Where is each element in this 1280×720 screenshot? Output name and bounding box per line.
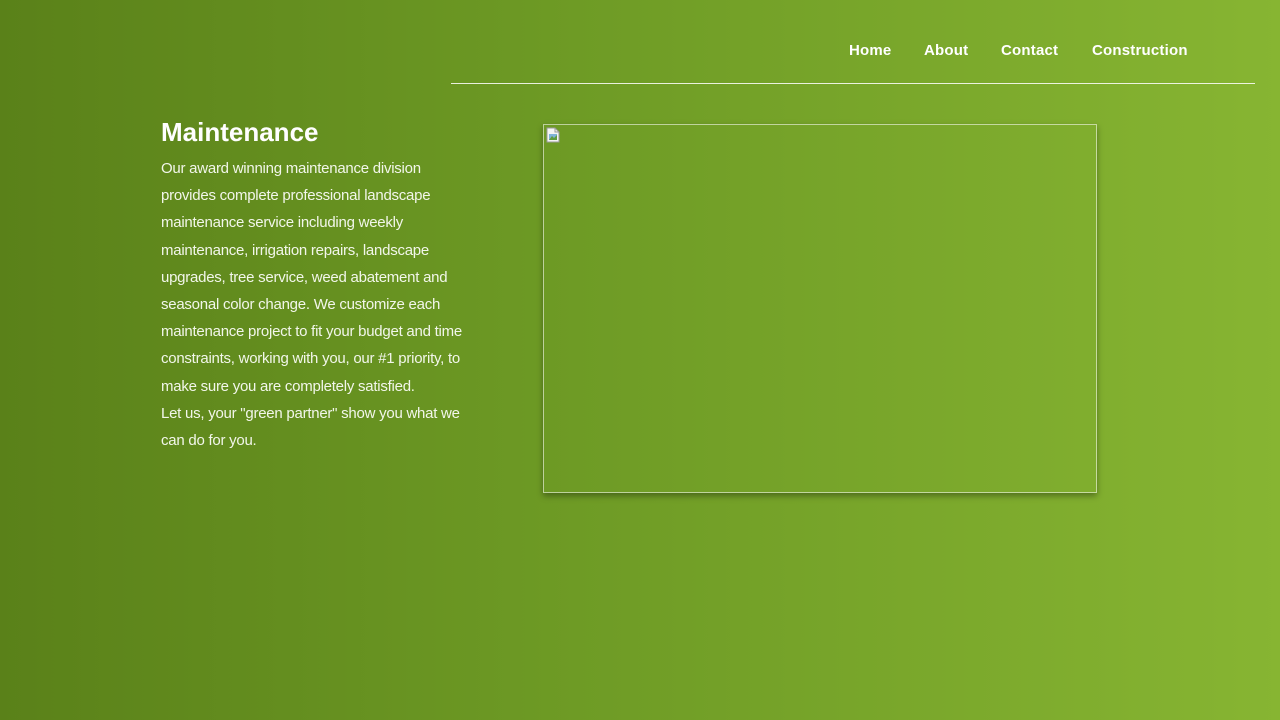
header-divider — [451, 83, 1255, 84]
nav-item-about[interactable]: About — [924, 42, 968, 59]
broken-image-icon — [546, 127, 560, 143]
call-to-action-text: Let us, your "green partner" show you wh… — [161, 404, 460, 450]
nav-item-construction[interactable]: Construction — [1092, 42, 1188, 59]
page-title: Maintenance — [161, 117, 319, 147]
nav-item-contact[interactable]: Contact — [1001, 42, 1058, 59]
maintenance-image — [543, 124, 1097, 493]
description-paragraph: Our award winning maintenance division p… — [161, 160, 462, 395]
nav-item-home[interactable]: Home — [849, 42, 891, 59]
maintenance-section: Maintenance Our award winning maintenanc… — [161, 116, 466, 454]
nav-bar: Home About Contact Construction — [0, 42, 1280, 66]
body-text: Our award winning maintenance division p… — [161, 155, 466, 454]
